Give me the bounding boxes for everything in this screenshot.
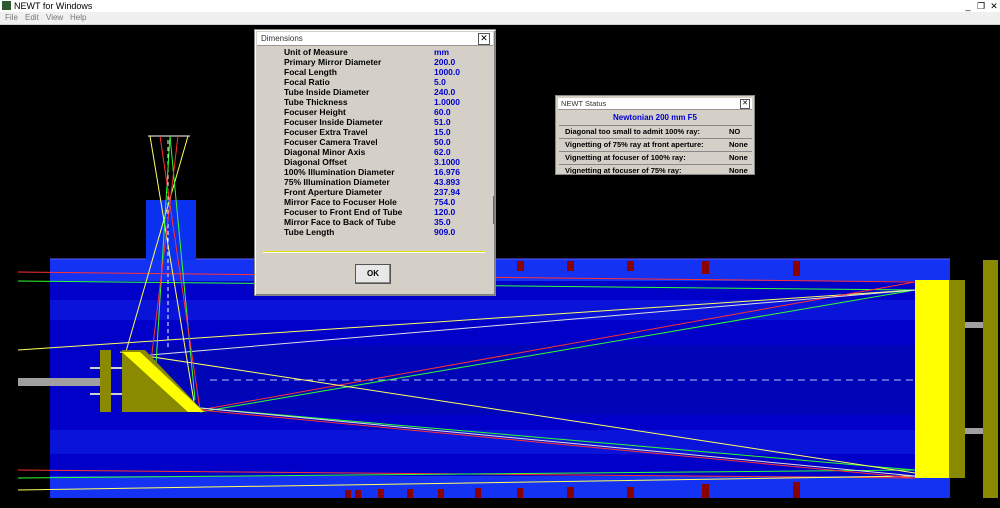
menu-view[interactable]: View [46, 12, 63, 24]
status-label: Vignetting at focuser of 75% ray: [565, 166, 682, 175]
menu-edit[interactable]: Edit [25, 12, 39, 24]
menu-file[interactable]: File [5, 12, 18, 24]
dimension-label: Focal Ratio [284, 77, 330, 87]
dimension-value: 62.0 [434, 147, 451, 157]
dimension-label: Diagonal Minor Axis [284, 147, 366, 157]
baffle-bottom [627, 487, 634, 498]
maximize-button[interactable]: ❐ [975, 0, 987, 12]
baffle-bottom [475, 488, 481, 498]
baffle-top [567, 261, 574, 271]
dimension-value: 50.0 [434, 137, 451, 147]
status-value: None [729, 166, 748, 175]
baffle-bottom [438, 489, 444, 498]
baffle-bottom [567, 487, 574, 498]
dialog-close-icon[interactable]: ✕ [478, 33, 490, 45]
status-heading: Newtonian 200 mm F5 [612, 113, 698, 122]
dimension-value: 1000.0 [434, 67, 460, 77]
diagonal-stalk [18, 378, 100, 386]
dimension-label: Diagonal Offset [284, 157, 347, 167]
minimize-button[interactable]: _ [962, 0, 974, 12]
dimension-value: 5.0 [434, 77, 446, 87]
dimension-label: Front Aperture Diameter [284, 187, 382, 197]
dimension-value: 16.976 [434, 167, 460, 177]
dimension-label: Focuser Extra Travel [284, 127, 368, 137]
baffle-bottom [702, 484, 709, 498]
status-value: None [729, 153, 748, 162]
resize-edge [493, 196, 494, 224]
dimension-label: 75% Illumination Diameter [284, 177, 390, 187]
dimension-label: Tube Inside Diameter [284, 87, 370, 97]
dimensions-dialog: Dimensions ✕ Unit of Measure mm Primary M… [254, 29, 496, 296]
primary-mirror [915, 280, 949, 478]
status-dialog: NEWT Status ✕ Newtonian 200 mm F5 Diagon… [555, 95, 755, 175]
dimension-value: 120.0 [434, 207, 456, 217]
status-label: Vignetting of 75% ray at front aperture: [565, 140, 704, 149]
baffle-top [517, 261, 524, 271]
baffle-bottom [355, 490, 361, 498]
dimension-label: Focuser to Front End of Tube [284, 207, 403, 217]
dimension-value: 15.0 [434, 127, 451, 137]
menu-bar: File Edit View Help [0, 12, 1000, 25]
status-row: Vignetting of 75% ray at front aperture:… [559, 138, 752, 151]
status-row: Diagonal too small to admit 100% ray: NO [559, 125, 752, 138]
dimension-label: Unit of Measure [284, 47, 348, 57]
baffle-top [627, 261, 634, 271]
dimension-value: 43.893 [434, 177, 460, 187]
menu-help[interactable]: Help [70, 12, 86, 24]
status-value: NO [729, 127, 741, 136]
status-label: Diagonal too small to admit 100% ray: [565, 127, 701, 136]
cell-bolt [965, 322, 983, 328]
status-titlebar: NEWT Status ✕ [558, 98, 752, 110]
dimension-label: Mirror Face to Back of Tube [284, 217, 396, 227]
baffle-top [793, 261, 800, 276]
dimension-value: 1.0000 [434, 97, 460, 107]
baffle-bottom [517, 488, 523, 498]
dimension-value: 51.0 [434, 117, 451, 127]
cell-back-plate [983, 260, 998, 498]
status-row: Vignetting at focuser of 75% ray: None [559, 164, 752, 175]
dimension-label: Primary Mirror Diameter [284, 57, 382, 67]
ok-button[interactable]: OK [355, 264, 391, 284]
dimension-value: 909.0 [434, 227, 456, 237]
dimension-value: mm [434, 47, 450, 57]
dimension-label: Mirror Face to Focuser Hole [284, 197, 397, 207]
dimension-label: 100% Illumination Diameter [284, 167, 395, 177]
window-title: NEWT for Windows [14, 1, 93, 11]
baffle-bottom [378, 489, 384, 498]
dimension-label: Tube Thickness [284, 97, 348, 107]
status-row: Vignetting at focuser of 100% ray: None [559, 151, 752, 164]
dimension-label: Focuser Height [284, 107, 346, 117]
status-label: Vignetting at focuser of 100% ray: [565, 153, 686, 162]
telescope-diagram [17, 135, 998, 498]
separator [263, 251, 485, 253]
dimension-value: 200.0 [434, 57, 456, 67]
dimension-value: 3.1000 [434, 157, 460, 167]
status-value: None [729, 140, 748, 149]
dimension-value: 60.0 [434, 107, 451, 117]
cell-bolt [965, 428, 983, 434]
baffle-bottom [793, 482, 800, 498]
dialog-titlebar: Dimensions ✕ [257, 32, 493, 46]
dimension-value: 35.0 [434, 217, 451, 227]
app-icon [2, 1, 11, 10]
status-title: NEWT Status [561, 99, 607, 108]
baffle-top [702, 261, 709, 274]
dimension-label: Focuser Camera Travel [284, 137, 378, 147]
dialog-title: Dimensions [261, 34, 303, 43]
diagonal-holder-plate [100, 350, 111, 412]
dimension-label: Tube Length [284, 227, 335, 237]
dimension-label: Focuser Inside Diameter [284, 117, 383, 127]
close-button[interactable]: ✕ [988, 0, 1000, 12]
mirror-cell [949, 280, 965, 478]
status-close-icon[interactable]: ✕ [740, 99, 750, 109]
dimension-value: 237.94 [434, 187, 460, 197]
dimension-value: 754.0 [434, 197, 456, 207]
dimension-label: Focal Length [284, 67, 337, 77]
dimension-value: 240.0 [434, 87, 456, 97]
baffle-bottom [345, 490, 351, 498]
baffle-bottom [407, 489, 413, 498]
